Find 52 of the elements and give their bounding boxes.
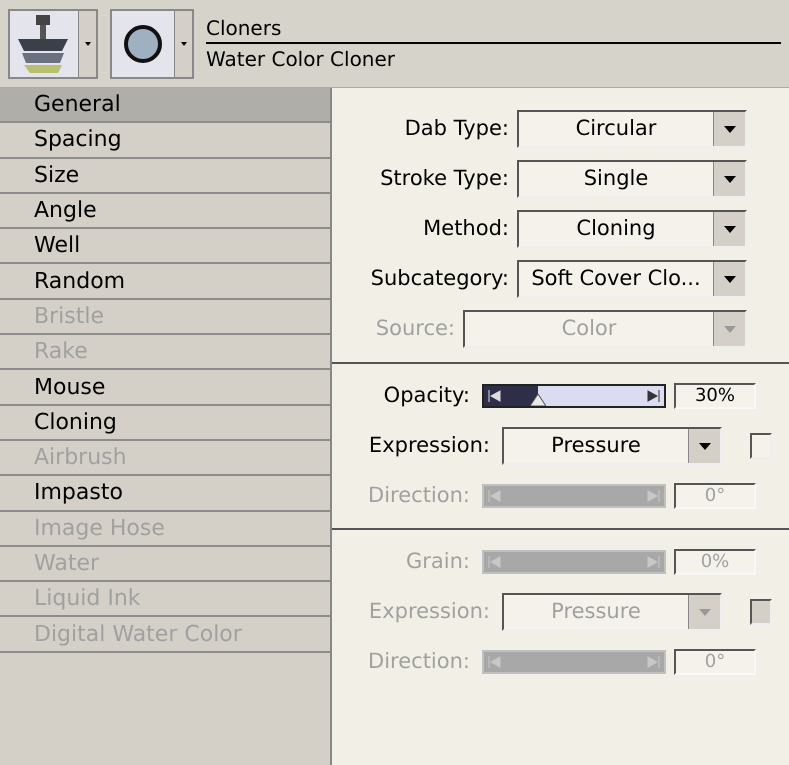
field-label: Expression: (368, 598, 490, 626)
circle-icon (123, 24, 163, 64)
field-label: Source: (376, 315, 455, 342)
dropdown-value: Soft Cover Clo... (530, 265, 702, 292)
brush-category-button[interactable] (8, 8, 98, 78)
caret-icon (724, 226, 736, 232)
caret-icon (724, 176, 736, 182)
dropdown-value: Single (582, 165, 650, 192)
dropdown[interactable]: Soft Cover Clo... (517, 260, 747, 298)
dropdown-value: Circular (574, 115, 658, 142)
brush-category: Cloners (206, 14, 781, 44)
caret-icon (180, 42, 186, 46)
field-label: Grain: (406, 548, 470, 576)
brush-variant: Water Color Cloner (206, 46, 396, 72)
category-item[interactable]: Mouse (0, 370, 330, 406)
caret-icon (724, 276, 736, 282)
right-arrow-icon[interactable] (646, 389, 660, 403)
left-arrow-icon[interactable] (488, 389, 502, 403)
field-label: Stroke Type: (380, 165, 509, 192)
field-label: Subcategory: (370, 265, 509, 292)
value-field[interactable]: 30% (674, 383, 756, 409)
category-item[interactable]: Spacing (0, 123, 330, 159)
category-item[interactable]: Size (0, 158, 330, 194)
caret-icon (698, 608, 710, 616)
category-item[interactable]: Random (0, 264, 330, 300)
dropdown-value: Color (560, 315, 618, 342)
dropdown[interactable]: Single (517, 160, 747, 198)
dropdown-value: Cloning (575, 215, 657, 242)
slider-track[interactable] (482, 384, 666, 408)
dropdown-value: Pressure (550, 432, 642, 460)
category-item[interactable]: Angle (0, 194, 330, 230)
category-item[interactable]: General (0, 88, 330, 124)
dab-variant-button[interactable] (110, 8, 194, 78)
dropdown[interactable]: Circular (517, 110, 747, 148)
field-label: Method: (423, 215, 509, 242)
slider-thumb[interactable] (530, 394, 546, 406)
caret-icon (84, 42, 90, 46)
category-item[interactable]: Well (0, 229, 330, 264)
category-item[interactable]: Impasto (0, 476, 330, 512)
checkbox[interactable] (750, 433, 772, 459)
caret-icon (698, 442, 710, 450)
caret-icon (724, 326, 736, 332)
field-label: Dab Type: (404, 115, 509, 142)
field-label: Direction: (368, 482, 470, 510)
dropdown[interactable]: Cloning (517, 210, 747, 248)
field-label: Direction: (368, 648, 470, 676)
dropdown-value: Pressure (550, 598, 642, 626)
caret-icon (724, 126, 736, 132)
field-label: Opacity: (384, 382, 470, 410)
field-label: Expression: (368, 432, 490, 460)
dropdown[interactable]: Pressure (502, 427, 722, 465)
category-item[interactable]: Cloning (0, 406, 330, 441)
